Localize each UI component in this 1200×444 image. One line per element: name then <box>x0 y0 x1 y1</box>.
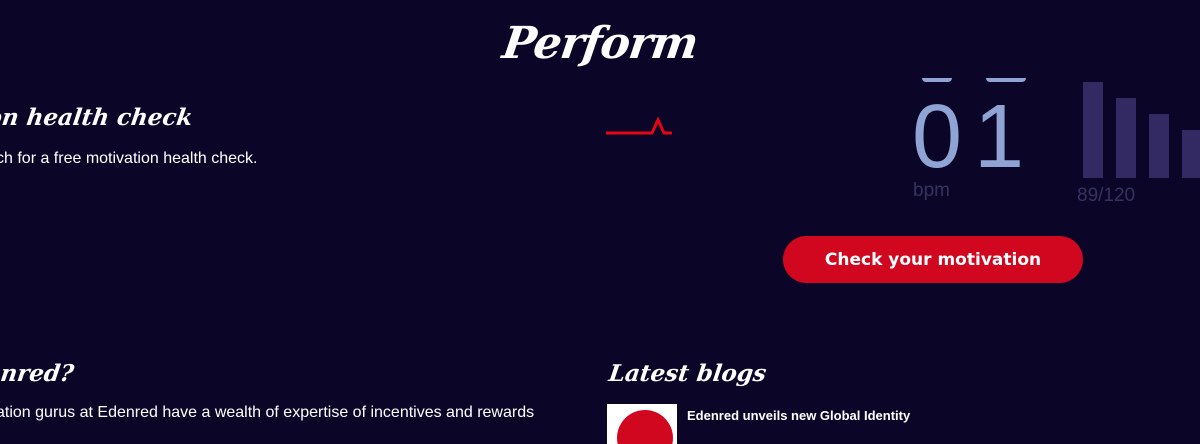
motivation-bar <box>1116 98 1136 178</box>
health-check-text: ch for a free motivation health check. <box>0 150 258 167</box>
bpm-previous-digits <box>918 78 1028 84</box>
motivation-bar <box>1083 82 1103 178</box>
check-motivation-button[interactable]: Check your motivation <box>783 236 1083 283</box>
health-check-heading: ion health check <box>0 104 195 131</box>
motivation-bar <box>1182 130 1200 178</box>
latest-blogs-heading: Latest blogs <box>607 360 769 387</box>
blog-thumbnail[interactable] <box>607 404 677 444</box>
why-edenred-text: ation gurus at Edenred have a wealth of … <box>0 404 535 421</box>
why-edenred-heading: enred? <box>0 360 76 387</box>
page-title: Perform <box>499 18 701 69</box>
motivation-bar <box>1149 114 1169 178</box>
bpm-unit-label: bpm <box>913 180 950 201</box>
edenred-logo-icon <box>617 410 673 444</box>
motivation-score: 89/120 <box>1077 185 1136 206</box>
blog-title-link[interactable]: Edenred unveils new Global Identity <box>687 408 910 423</box>
heartbeat-pulse-icon <box>606 116 672 135</box>
bpm-value: 01 <box>912 87 1037 187</box>
motivation-bar-graph <box>1083 82 1200 178</box>
